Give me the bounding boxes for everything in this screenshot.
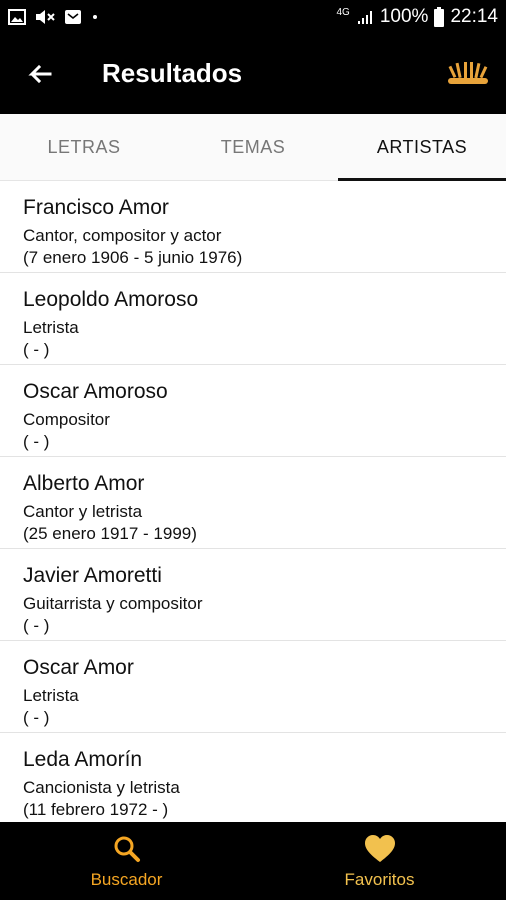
arrow-left-icon	[28, 64, 52, 84]
list-item[interactable]: Leopoldo Amoroso Letrista ( - )	[0, 273, 506, 365]
status-bar: 4G 100% 22:14	[0, 0, 506, 36]
message-icon	[65, 10, 81, 24]
tab-temas[interactable]: TEMAS	[168, 114, 338, 180]
nav-search-button[interactable]: Buscador	[0, 822, 253, 900]
artist-role: Cantor y letrista	[23, 502, 143, 521]
tab-letras[interactable]: LETRAS	[0, 114, 168, 180]
artist-dates: (25 enero 1917 - 1999)	[23, 524, 197, 543]
battery-icon	[434, 7, 445, 27]
status-notifications	[8, 8, 100, 26]
bandoneon-logo-icon	[448, 62, 488, 84]
clock: 22:14	[450, 6, 498, 27]
list-item[interactable]: Alberto Amor Cantor y letrista (25 enero…	[0, 457, 506, 549]
artist-dates: ( - )	[23, 340, 50, 359]
artist-role: Cancionista y letrista	[23, 778, 180, 797]
nav-search-label: Buscador	[90, 870, 163, 889]
artist-role: Cantor, compositor y actor	[23, 226, 222, 245]
tab-bar: LETRAS TEMAS ARTISTAS	[0, 114, 506, 181]
artist-name: Javier Amoretti	[23, 564, 162, 587]
list-item[interactable]: Javier Amoretti Guitarrista y compositor…	[0, 549, 506, 641]
list-item[interactable]: Oscar Amoroso Compositor ( - )	[0, 365, 506, 457]
tab-artistas[interactable]: ARTISTAS	[338, 114, 506, 181]
artist-dates: ( - )	[23, 616, 50, 635]
artist-role: Letrista	[23, 318, 79, 337]
artist-name: Oscar Amoroso	[23, 380, 168, 403]
artist-role: Guitarrista y compositor	[23, 594, 203, 613]
nav-favorites-label: Favoritos	[344, 870, 415, 889]
artist-dates: (7 enero 1906 - 5 junio 1976)	[23, 248, 243, 267]
dot-icon	[93, 15, 97, 19]
heart-icon	[364, 835, 395, 862]
page-title: Resultados	[102, 58, 243, 88]
bottom-navigation: Buscador Favoritos	[0, 822, 506, 900]
signal-icon	[357, 11, 372, 24]
app-bar: Resultados	[0, 36, 506, 114]
artist-name: Alberto Amor	[23, 472, 145, 495]
list-item[interactable]: Leda Amorín Cancionista y letrista (11 f…	[0, 733, 506, 822]
artist-role: Compositor	[23, 410, 110, 429]
network-type: 4G	[336, 6, 350, 18]
status-indicators: 4G 100% 22:14	[336, 6, 498, 28]
artist-role: Letrista	[23, 686, 79, 705]
battery-percent: 100%	[379, 6, 429, 27]
artist-dates: (11 febrero 1972 - )	[23, 800, 169, 819]
artist-list: Francisco Amor Cantor, compositor y acto…	[0, 181, 506, 822]
mute-icon	[36, 10, 55, 24]
back-button[interactable]	[20, 56, 60, 96]
image-icon	[8, 9, 26, 25]
artist-name: Leda Amorín	[23, 748, 143, 771]
search-icon	[114, 836, 140, 862]
nav-favorites-button[interactable]: Favoritos	[253, 822, 506, 900]
artist-name: Francisco Amor	[23, 196, 169, 219]
artist-dates: ( - )	[23, 432, 50, 451]
artist-name: Oscar Amor	[23, 656, 134, 679]
list-item[interactable]: Oscar Amor Letrista ( - )	[0, 641, 506, 733]
list-item[interactable]: Francisco Amor Cantor, compositor y acto…	[0, 181, 506, 273]
artist-name: Leopoldo Amoroso	[23, 288, 199, 311]
artist-dates: ( - )	[23, 708, 50, 727]
